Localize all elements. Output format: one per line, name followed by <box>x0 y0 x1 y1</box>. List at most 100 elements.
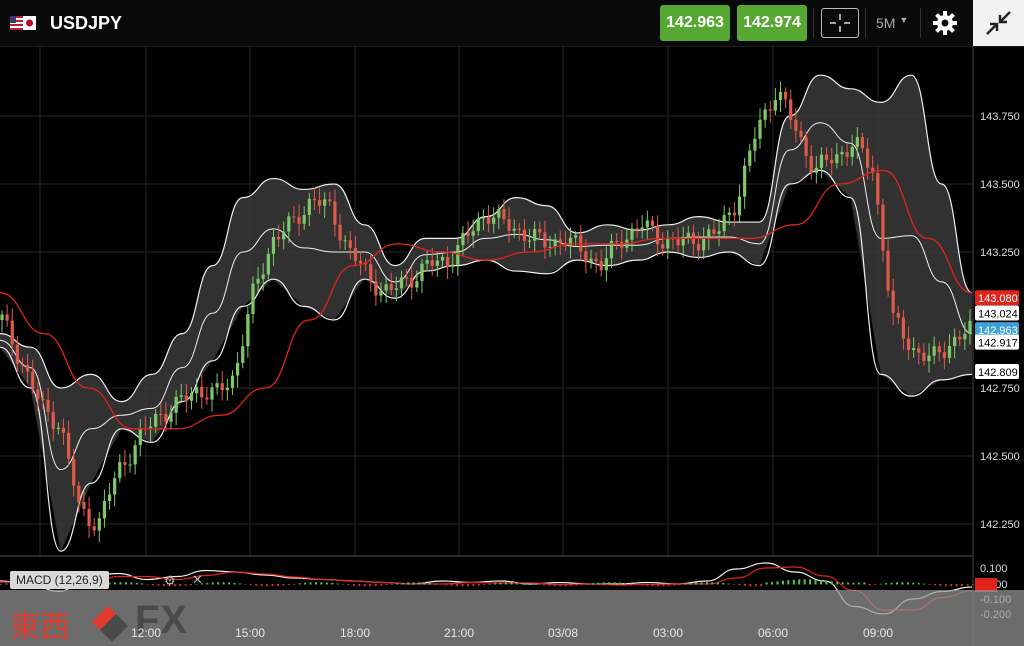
candle-body <box>174 396 178 413</box>
macd-histogram-bar <box>874 584 877 585</box>
candle-body <box>917 348 921 353</box>
candle-body <box>522 229 527 241</box>
candle-body <box>405 277 409 279</box>
candle-body <box>348 240 352 248</box>
candle-body <box>210 387 214 400</box>
macd-histogram-bar <box>445 584 448 586</box>
chevron-down-icon: ▼ <box>899 15 909 25</box>
candle-body <box>471 231 475 236</box>
candle-body <box>968 320 972 334</box>
candle-body <box>164 414 168 422</box>
candle-body <box>169 412 173 422</box>
candle-body <box>712 229 716 234</box>
candle-body <box>784 91 788 100</box>
macd-histogram-bar <box>635 584 638 585</box>
candle-body <box>758 119 762 139</box>
macd-histogram-bar <box>119 582 122 585</box>
crosshair-button[interactable] <box>821 8 859 38</box>
macd-histogram-bar <box>548 584 551 586</box>
macd-histogram-bar <box>537 584 540 585</box>
candle-body <box>394 288 398 290</box>
candle-body <box>374 281 378 296</box>
macd-histogram-bar <box>423 582 426 585</box>
macd-histogram-bar <box>461 584 464 587</box>
ask-price-button[interactable]: 142.974 <box>737 5 807 41</box>
candle-body <box>517 228 521 230</box>
candle-body <box>276 236 281 240</box>
candle-body <box>804 137 808 156</box>
candle-body <box>574 235 578 238</box>
macd-histogram-bar <box>944 584 947 587</box>
candle-body <box>20 363 25 366</box>
price-chart[interactable]: 143.750 143.500 143.250 142.750 142.500 142.2… <box>0 46 1024 646</box>
candle-body <box>312 198 317 201</box>
candle-body <box>568 237 573 247</box>
candle-body <box>486 217 491 224</box>
collapse-icon <box>986 11 1011 35</box>
bid-price-button[interactable]: 142.963 <box>660 5 730 41</box>
candle-body <box>896 312 900 318</box>
candle-body <box>420 263 424 282</box>
candle-body <box>640 227 644 230</box>
macd-histogram-bar <box>575 584 578 586</box>
macd-histogram-bar <box>439 584 442 585</box>
macd-histogram-bar <box>428 582 431 585</box>
macd-histogram-bar <box>374 584 377 586</box>
macd-histogram-bar <box>488 583 491 585</box>
candle-body <box>963 333 967 340</box>
candle-body <box>492 217 496 224</box>
macd-histogram-bar <box>863 582 866 585</box>
macd-histogram-bar <box>640 584 643 586</box>
macd-settings-icon[interactable]: ⚙ <box>164 573 176 589</box>
candle-body <box>538 229 542 233</box>
candle-body <box>302 214 306 224</box>
candle-body <box>66 432 71 459</box>
macd-histogram-bar <box>358 584 361 587</box>
candle-body <box>113 478 117 495</box>
candle-body <box>476 218 480 232</box>
candle-body <box>497 209 501 218</box>
macd-label[interactable]: MACD (12,26,9) <box>10 571 109 589</box>
macd-histogram-bar <box>369 584 372 587</box>
candle-body <box>379 290 383 296</box>
macd-close-icon[interactable]: ✕ <box>192 572 203 588</box>
gear-icon[interactable] <box>932 10 958 36</box>
macd-histogram-bar <box>385 584 388 586</box>
macd-histogram-bar <box>407 582 410 585</box>
macd-histogram-bar <box>515 582 518 585</box>
candle-body <box>876 173 880 205</box>
candle-body <box>548 246 552 248</box>
macd-histogram-bar <box>602 582 605 585</box>
time-tick-label: 12:00 <box>130 626 162 640</box>
macd-histogram-bar <box>760 584 763 587</box>
candle-body <box>635 228 639 230</box>
macd-histogram-bar <box>955 584 958 587</box>
candle-body <box>953 336 957 347</box>
timeframe-dropdown[interactable]: 5M ▼ <box>876 15 908 31</box>
candle-body <box>133 445 137 465</box>
candle-body <box>77 485 81 502</box>
candle-body <box>615 240 619 242</box>
time-axis: 12:00 15:00 18:00 21:00 03/08 03:00 06:00 09:00 <box>0 626 1024 644</box>
macd-histogram-bar <box>217 582 220 585</box>
candle-body <box>763 109 767 120</box>
candle-body <box>543 232 547 248</box>
candle-body <box>389 284 393 290</box>
candle-body <box>271 236 276 254</box>
macd-histogram-bar <box>765 582 768 585</box>
macd-histogram-bar <box>325 582 328 585</box>
candle-body <box>778 91 783 101</box>
candle-body <box>630 228 634 240</box>
symbol-title[interactable]: USDJPY <box>50 13 122 34</box>
candle-body <box>220 383 224 391</box>
candle-body <box>317 200 322 206</box>
crosshair-icon <box>830 14 850 32</box>
time-tick-label: 03:00 <box>652 626 684 640</box>
collapse-chart-button[interactable] <box>973 0 1024 46</box>
timeframe-label: 5M <box>876 15 896 31</box>
macd-histogram-bar <box>733 584 736 585</box>
macd-histogram-bar <box>586 583 589 585</box>
macd-histogram-bar <box>466 584 469 587</box>
candle-body <box>399 277 404 289</box>
candle-body <box>891 290 895 313</box>
